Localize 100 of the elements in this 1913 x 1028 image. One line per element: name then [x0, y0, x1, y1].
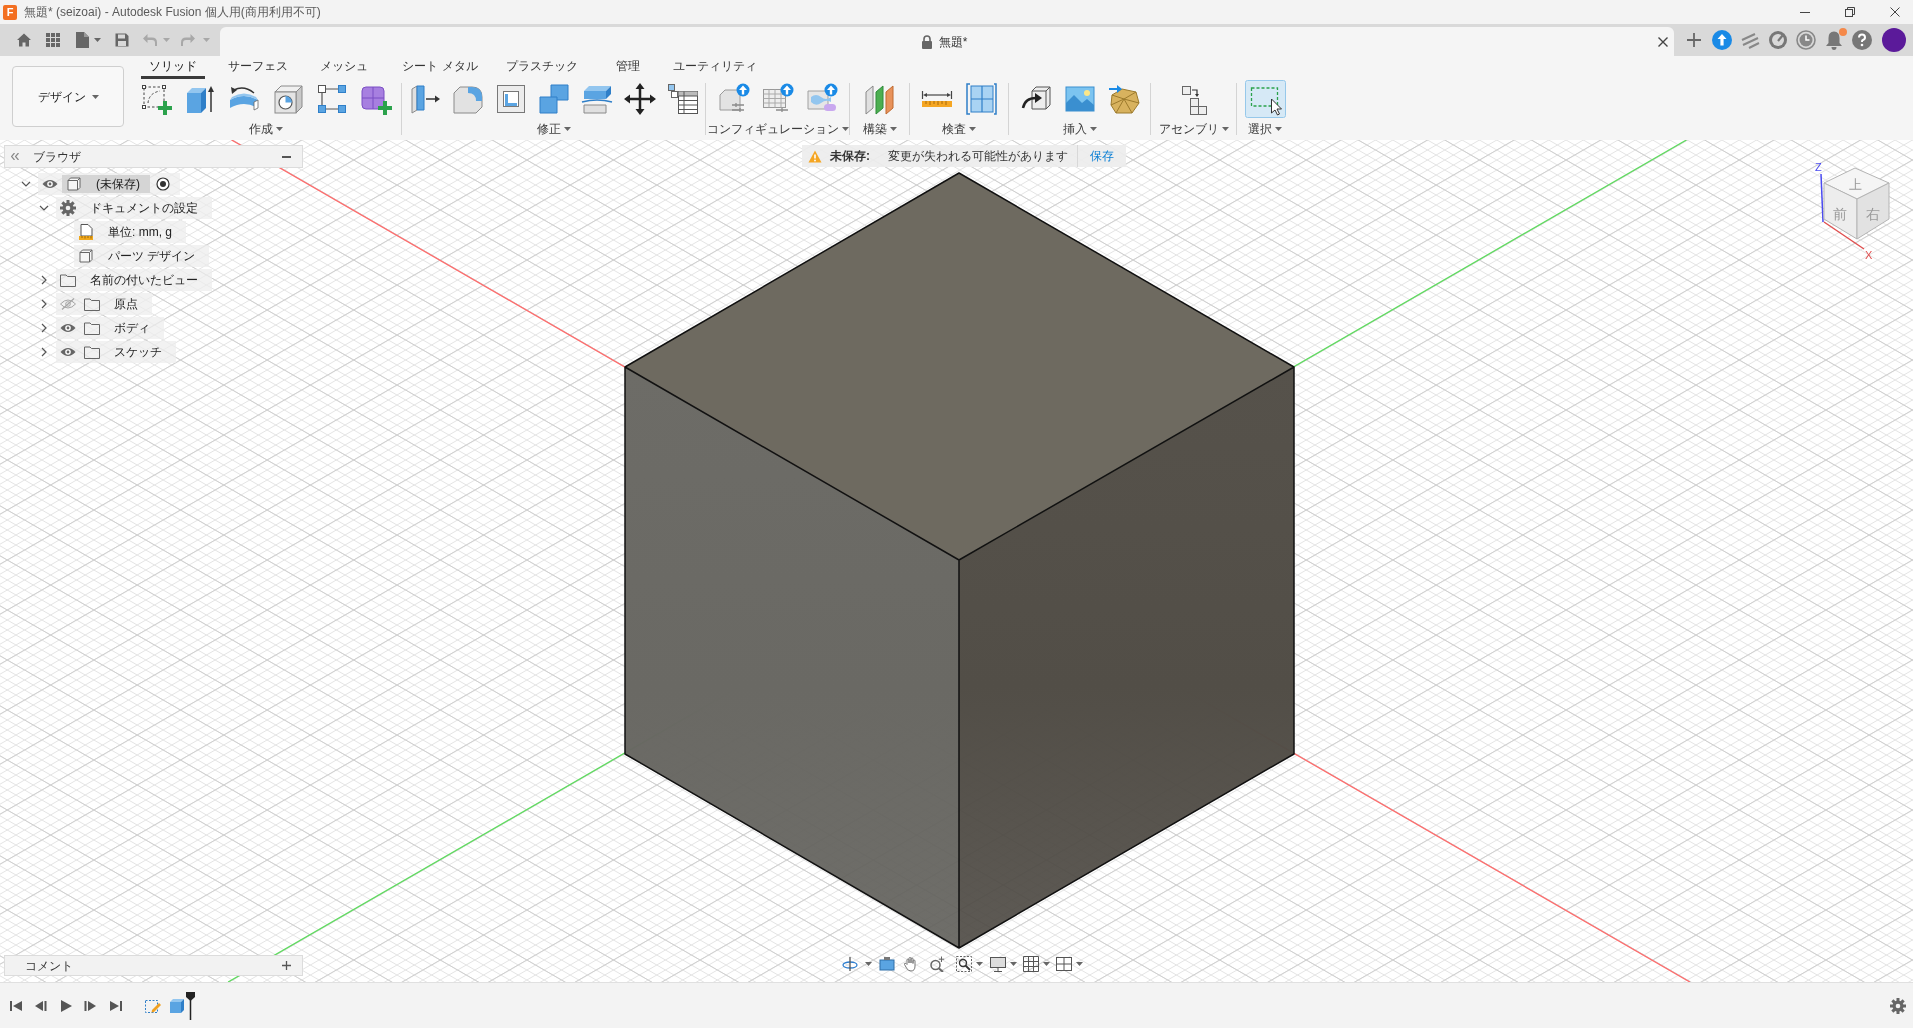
- gear-icon[interactable]: [60, 200, 76, 216]
- table-icon[interactable]: [666, 83, 699, 115]
- tree-item-label[interactable]: ボディ: [104, 319, 160, 337]
- selection-box-icon[interactable]: [1244, 80, 1286, 118]
- ribbon-tab[interactable]: サーフェス: [226, 59, 290, 79]
- tool-group-menu[interactable]: 挿入: [1062, 120, 1097, 138]
- document-tab[interactable]: 無題*: [220, 27, 1674, 56]
- screen-icon[interactable]: [879, 956, 895, 972]
- caret-down-icon[interactable]: [865, 962, 872, 966]
- tree-item-label[interactable]: 名前の付いたビュー: [80, 271, 208, 289]
- chevron-down-icon[interactable]: [21, 181, 31, 187]
- document-ruler-icon[interactable]: [79, 224, 93, 240]
- slab-arrow-icon[interactable]: [408, 83, 441, 115]
- settings-icon[interactable]: [1890, 997, 1906, 1014]
- eye-icon[interactable]: [42, 179, 58, 189]
- double-chevron-left-icon[interactable]: [11, 153, 19, 160]
- tool-group-menu[interactable]: 検査: [942, 120, 976, 138]
- chevron-right-icon[interactable]: [41, 347, 47, 357]
- save-link[interactable]: 保存: [1090, 147, 1114, 165]
- chevron-down-icon[interactable]: [39, 205, 49, 211]
- cube-outline-icon[interactable]: [67, 177, 81, 191]
- cube-outline-icon[interactable]: [79, 249, 93, 263]
- apps-grid-icon[interactable]: [46, 33, 60, 47]
- home-icon[interactable]: [16, 32, 32, 48]
- eye-icon[interactable]: [60, 347, 76, 357]
- tree-item-label[interactable]: パーツ デザイン: [98, 247, 206, 265]
- caret-down-icon[interactable]: [976, 962, 983, 966]
- ribbon-tab[interactable]: メッシュ: [312, 59, 376, 79]
- tree-item[interactable]: 原点: [56, 293, 152, 315]
- step-forward-icon[interactable]: [84, 999, 96, 1012]
- help-icon[interactable]: [1852, 30, 1872, 50]
- tree-item-label[interactable]: (未保存): [86, 175, 150, 193]
- folder-icon[interactable]: [84, 297, 100, 311]
- caret-down-icon[interactable]: [1076, 962, 1083, 966]
- caret-down-icon[interactable]: [841, 127, 849, 131]
- caret-down-icon[interactable]: [1010, 962, 1017, 966]
- box-icon[interactable]: [169, 997, 185, 1014]
- cube-hole-icon[interactable]: [271, 83, 304, 115]
- orbit-icon[interactable]: [842, 956, 858, 972]
- chevron-right-icon[interactable]: [41, 275, 47, 285]
- ribbon-tab[interactable]: ソリッド: [141, 59, 205, 79]
- play-icon[interactable]: [60, 999, 72, 1012]
- gauge-icon[interactable]: [1768, 30, 1788, 50]
- tool-group-menu[interactable]: コンフィギュレーション: [706, 120, 849, 138]
- table-upload-icon[interactable]: [761, 83, 794, 115]
- playhead-icon[interactable]: [186, 991, 195, 1020]
- tool-group-menu[interactable]: アセンブリ: [1158, 120, 1229, 138]
- tool-group-menu[interactable]: 構築: [862, 120, 897, 138]
- tool-group-menu[interactable]: 選択: [1248, 120, 1282, 138]
- workspace-dropdown[interactable]: デザイン: [12, 66, 124, 127]
- bell-icon[interactable]: [1824, 30, 1844, 50]
- magnifier-square-icon[interactable]: [956, 956, 972, 972]
- file-icon[interactable]: [76, 32, 89, 48]
- cube-model[interactable]: [624, 172, 1295, 949]
- folder-icon[interactable]: [84, 345, 100, 359]
- image-icon[interactable]: [1063, 83, 1096, 115]
- tree-item-label[interactable]: 原点: [104, 295, 148, 313]
- caret-down-icon[interactable]: [91, 94, 99, 99]
- step-back-icon[interactable]: [35, 999, 47, 1012]
- faceted-box-arrow-icon[interactable]: [1107, 83, 1140, 115]
- avatar-icon[interactable]: [1882, 28, 1906, 52]
- clock-icon[interactable]: [1796, 30, 1816, 50]
- save-icon[interactable]: [115, 33, 129, 47]
- tree-item[interactable]: 名前の付いたビュー: [56, 269, 212, 291]
- planes-icon[interactable]: [863, 83, 896, 115]
- ribbon-tab[interactable]: シート メタル: [400, 59, 480, 79]
- ribbon-tab[interactable]: ユーティリティ: [671, 59, 759, 79]
- plus-icon[interactable]: [282, 961, 291, 970]
- restore-icon[interactable]: [1845, 7, 1855, 17]
- dashed-square-pencil-icon[interactable]: [145, 997, 161, 1014]
- tool-group-menu[interactable]: 修正: [536, 120, 571, 138]
- tree-item[interactable]: スケッチ: [56, 341, 176, 363]
- caret-down-icon[interactable]: [1043, 962, 1050, 966]
- close-icon[interactable]: [1658, 36, 1668, 47]
- tree-item-label[interactable]: 単位: mm, g: [98, 223, 182, 241]
- tree-item[interactable]: ボディ: [56, 317, 164, 339]
- split-slab-icon[interactable]: [580, 83, 613, 115]
- cube-upload-icon[interactable]: [717, 83, 750, 115]
- caret-down-icon[interactable]: [94, 38, 101, 42]
- move-arrows-icon[interactable]: [623, 83, 656, 115]
- lock-icon[interactable]: [920, 34, 933, 49]
- hollow-box-icon[interactable]: [494, 83, 527, 115]
- caret-down-icon[interactable]: [969, 127, 976, 131]
- cube-plus-icon[interactable]: [359, 83, 392, 115]
- dashed-square-plus-icon[interactable]: [139, 83, 172, 115]
- tree-item[interactable]: パーツ デザイン: [74, 245, 210, 267]
- magnifier-plus-icon[interactable]: [929, 956, 945, 972]
- caret-down-icon[interactable]: [1221, 127, 1229, 131]
- caret-down-icon[interactable]: [1275, 127, 1282, 131]
- minus-icon[interactable]: [282, 155, 291, 158]
- close-icon[interactable]: [1890, 7, 1900, 17]
- eye-icon[interactable]: [60, 323, 76, 333]
- minimize-icon[interactable]: [1800, 11, 1810, 13]
- grid-icon[interactable]: [1023, 956, 1039, 972]
- caret-down-icon[interactable]: [275, 127, 283, 131]
- tree-item-label[interactable]: スケッチ: [104, 343, 172, 361]
- hand-icon[interactable]: [903, 956, 919, 972]
- tree-item[interactable]: 単位: mm, g: [74, 221, 186, 243]
- folder-icon[interactable]: [60, 273, 76, 287]
- chevron-right-icon[interactable]: [41, 323, 47, 333]
